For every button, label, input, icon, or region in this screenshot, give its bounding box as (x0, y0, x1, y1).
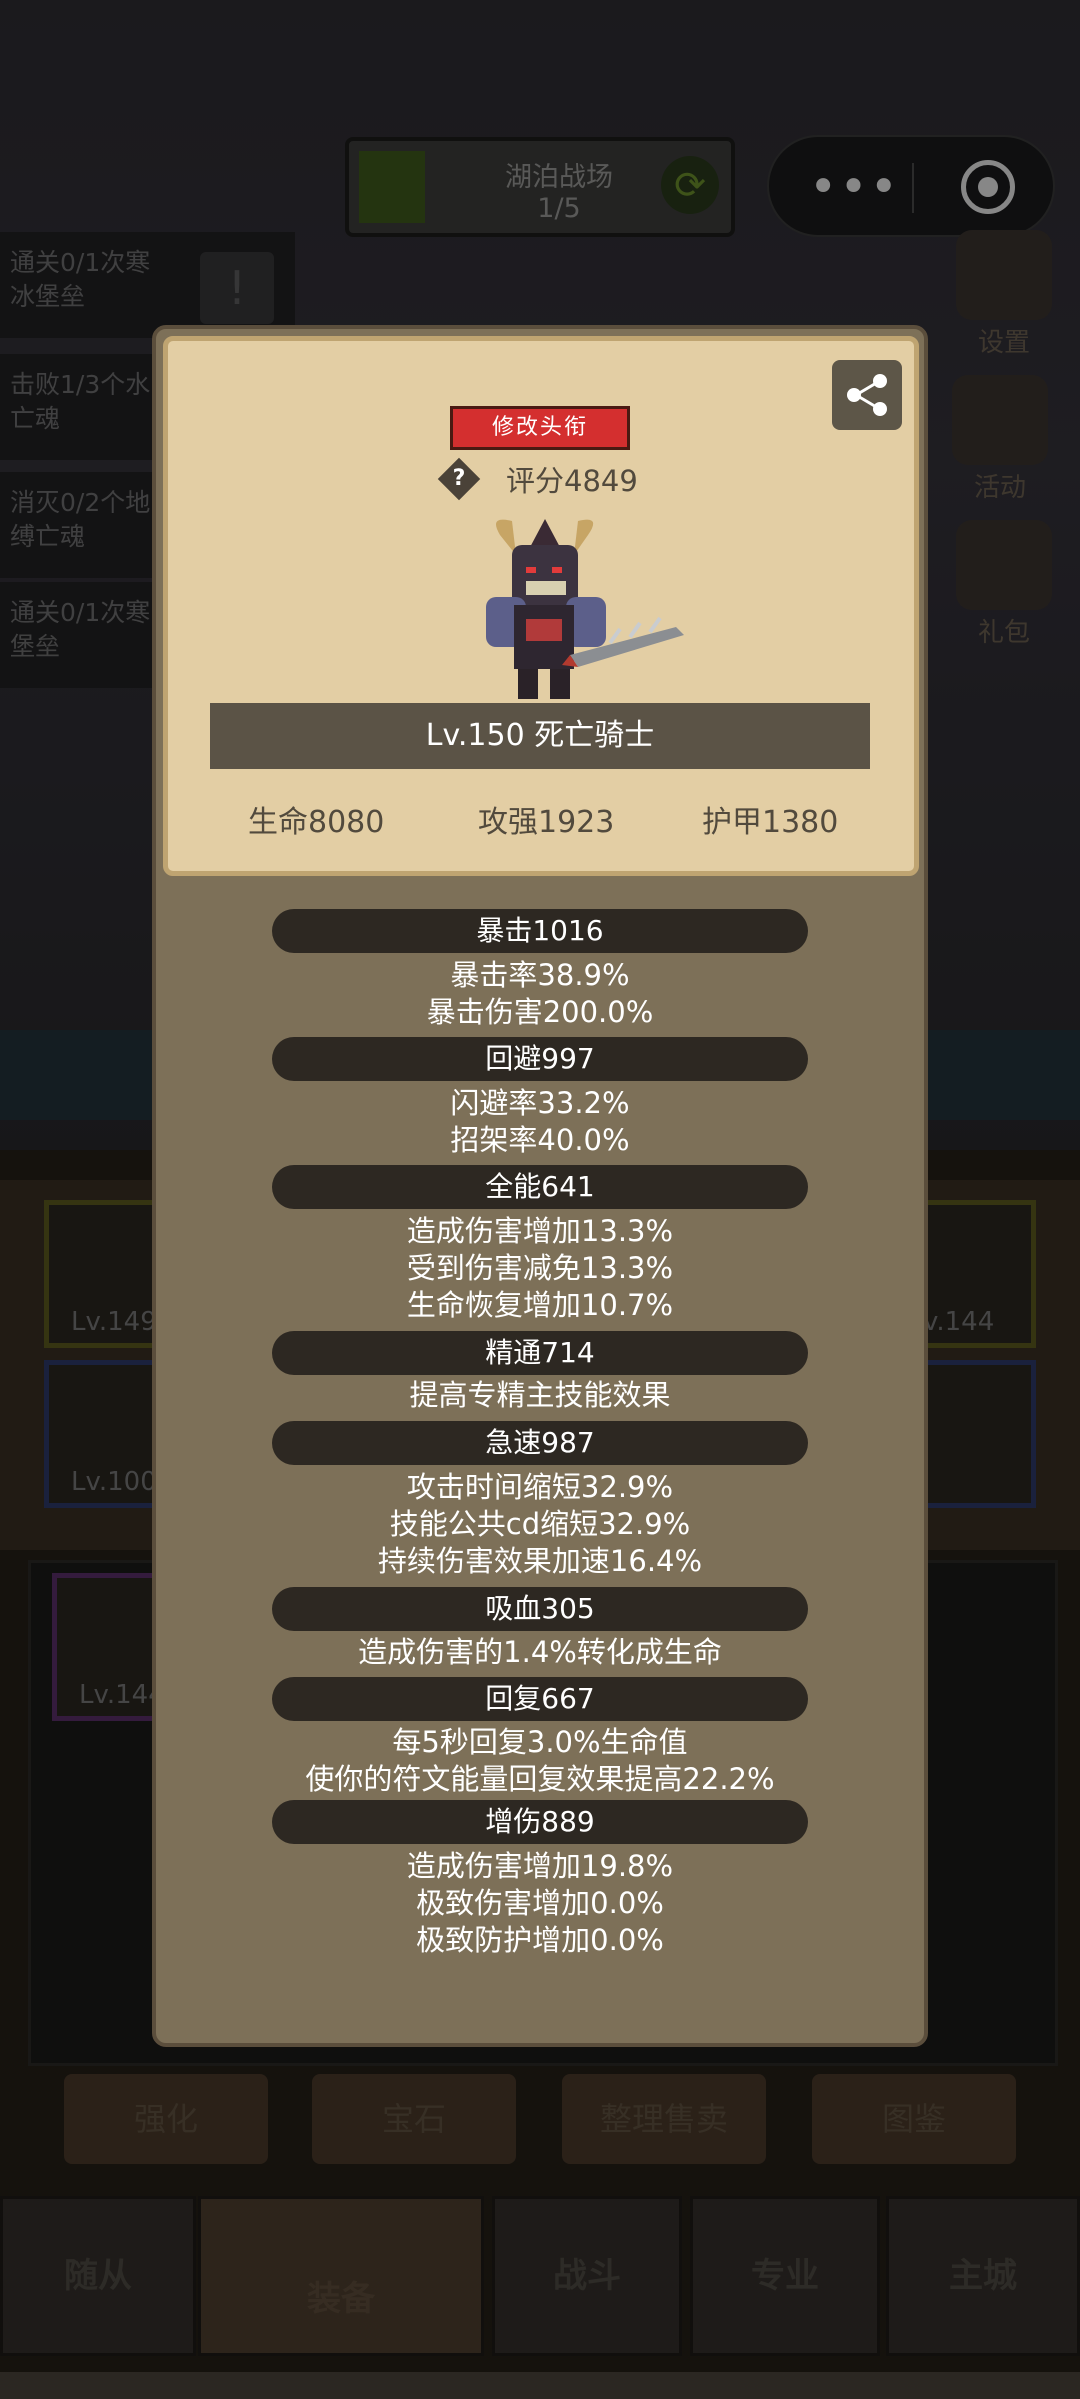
share-button[interactable] (832, 360, 902, 430)
score-value: 评分4849 (506, 464, 638, 498)
help-icon[interactable]: ? (437, 457, 481, 501)
dodge-header: 回避997 (272, 1037, 808, 1081)
attribute-line: 造成伤害增加19.8% (406, 1849, 674, 1883)
attribute-line: 受到伤害减免13.3% (406, 1251, 674, 1285)
damage-header: 增伤889 (272, 1800, 808, 1844)
regen-header: 回复667 (272, 1677, 808, 1721)
attribute-line: 闪避率33.2% (450, 1086, 630, 1120)
attribute-line: 持续伤害效果加速16.4% (377, 1544, 703, 1578)
crit-header: 暴击1016 (272, 909, 808, 953)
attribute-line: 暴击伤害200.0% (426, 995, 654, 1029)
attribute-line: 提高专精主技能效果 (409, 1378, 671, 1412)
edit-title-button[interactable]: 修改头衔 (450, 406, 630, 450)
death-knight-avatar (486, 519, 684, 699)
attribute-line: 每5秒回复3.0%生命值 (392, 1725, 688, 1759)
attribute-line: 暴击率38.9% (450, 958, 630, 992)
attribute-line: 技能公共cd缩短32.9% (389, 1507, 691, 1541)
attribute-line: 招架率40.0% (450, 1123, 630, 1157)
mastery-header: 精通714 (272, 1331, 808, 1375)
score-row: ? 评分4849 (437, 457, 660, 506)
leech-header: 吸血305 (272, 1587, 808, 1631)
attribute-line: 使你的符文能量回复效果提高22.2% (305, 1762, 775, 1796)
versatility-header: 全能641 (272, 1165, 808, 1209)
share-icon (847, 374, 887, 416)
attack-stat: 攻强1923 (478, 805, 615, 840)
hero-name-bar: Lv.150 死亡骑士 (210, 703, 870, 769)
attribute-line: 极致防护增加0.0% (416, 1923, 664, 1957)
attribute-line: 造成伤害增加13.3% (406, 1214, 674, 1248)
attribute-line: 攻击时间缩短32.9% (406, 1470, 674, 1504)
hp-stat: 生命8080 (248, 805, 385, 840)
attribute-line: 生命恢复增加10.7% (406, 1288, 674, 1322)
haste-header: 急速987 (272, 1421, 808, 1465)
attribute-line: 造成伤害的1.4%转化成生命 (358, 1635, 722, 1669)
attribute-line: 极致伤害增加0.0% (416, 1886, 664, 1920)
armor-stat: 护甲1380 (702, 805, 839, 840)
